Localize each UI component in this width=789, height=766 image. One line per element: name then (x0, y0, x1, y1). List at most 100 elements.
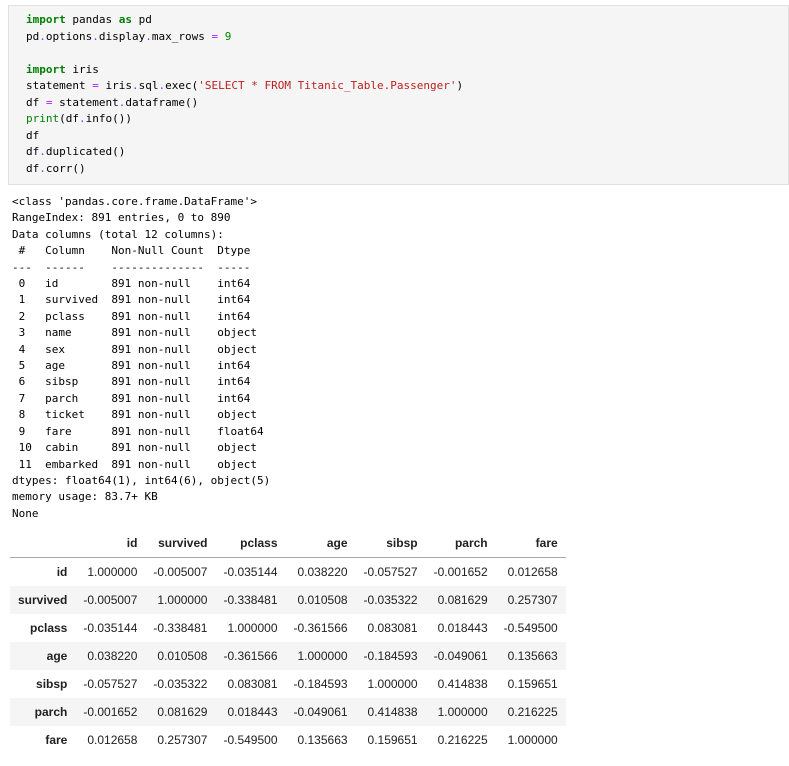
row-label-age: age (10, 642, 75, 670)
code-token-plain: max_rows (152, 30, 212, 43)
correlation-table-head: idsurvivedpclassagesibspparchfare (10, 529, 566, 558)
code-token-plain: ) (457, 79, 464, 92)
code-token-string: 'SELECT * FROM Titanic_Table.Passenger' (198, 79, 456, 92)
table-row-sibsp: sibsp-0.057527-0.0353220.083081-0.184593… (10, 670, 566, 698)
table-row-parch: parch-0.0016520.0816290.018443-0.0490610… (10, 698, 566, 726)
row-label-sibsp: sibsp (10, 670, 75, 698)
code-token-plain: duplicated() (46, 145, 125, 158)
table-cell: 0.038220 (75, 642, 145, 670)
table-cell: 0.257307 (145, 726, 215, 754)
table-corner-cell (10, 529, 75, 558)
code-line: pd.options.display.max_rows = 9 (26, 29, 780, 46)
table-cell: 1.000000 (426, 698, 496, 726)
row-label-pclass: pclass (10, 614, 75, 642)
code-token-builtin: print (26, 112, 59, 125)
table-cell: 0.257307 (496, 586, 566, 614)
table-cell: -0.035144 (75, 614, 145, 642)
code-token-plain: sql (139, 79, 159, 92)
column-header-age: age (286, 529, 356, 558)
table-cell: -0.049061 (426, 642, 496, 670)
table-cell: -0.361566 (215, 642, 285, 670)
code-token-plain: df (26, 145, 39, 158)
column-header-id: id (75, 529, 145, 558)
code-token-operator: . (145, 30, 152, 43)
code-token-plain: df (26, 162, 39, 175)
code-token-plain: statement (26, 79, 92, 92)
code-line: df (26, 128, 780, 145)
code-token-plain: df (26, 129, 39, 142)
code-token-operator: . (92, 30, 99, 43)
table-row-age: age0.0382200.010508-0.3615661.000000-0.1… (10, 642, 566, 670)
table-cell: 1.000000 (75, 558, 145, 587)
table-cell: 0.159651 (496, 670, 566, 698)
table-cell: -0.338481 (215, 586, 285, 614)
correlation-table: idsurvivedpclassagesibspparchfare id1.00… (10, 529, 566, 754)
code-line: df.corr() (26, 161, 780, 178)
table-cell: -0.361566 (286, 614, 356, 642)
table-header-row: idsurvivedpclassagesibspparchfare (10, 529, 566, 558)
table-cell: 0.018443 (426, 614, 496, 642)
column-header-pclass: pclass (215, 529, 285, 558)
table-cell: 1.000000 (356, 670, 426, 698)
column-header-parch: parch (426, 529, 496, 558)
code-token-keyword: import (26, 13, 66, 26)
table-cell: -0.001652 (426, 558, 496, 587)
column-header-fare: fare (496, 529, 566, 558)
table-cell: -0.338481 (145, 614, 215, 642)
table-cell: 0.081629 (145, 698, 215, 726)
table-row-pclass: pclass-0.035144-0.3384811.000000-0.36156… (10, 614, 566, 642)
table-cell: 0.010508 (286, 586, 356, 614)
code-token-number: 9 (225, 30, 232, 43)
table-cell: 0.081629 (426, 586, 496, 614)
code-token-plain (218, 30, 225, 43)
table-cell: 0.159651 (356, 726, 426, 754)
table-cell: 0.414838 (356, 698, 426, 726)
code-token-keyword: import (26, 63, 66, 76)
table-cell: 0.083081 (356, 614, 426, 642)
correlation-table-body: id1.000000-0.005007-0.0351440.038220-0.0… (10, 558, 566, 755)
column-header-survived: survived (145, 529, 215, 558)
table-cell: 1.000000 (286, 642, 356, 670)
code-token-plain: (df (59, 112, 79, 125)
code-line: df.duplicated() (26, 144, 780, 161)
code-line: import iris (26, 62, 780, 79)
code-token-plain: info()) (86, 112, 132, 125)
code-token-operator: . (79, 112, 86, 125)
code-line: statement = iris.sql.exec('SELECT * FROM… (26, 78, 780, 95)
table-cell: 0.038220 (286, 558, 356, 587)
table-cell: 0.012658 (496, 558, 566, 587)
code-line: import pandas as pd (26, 12, 780, 29)
code-token-plain: pd (132, 13, 152, 26)
table-cell: 0.414838 (426, 670, 496, 698)
code-token-operator: = (92, 79, 99, 92)
table-cell: -0.549500 (496, 614, 566, 642)
table-cell: -0.549500 (215, 726, 285, 754)
table-row-id: id1.000000-0.005007-0.0351440.038220-0.0… (10, 558, 566, 587)
table-cell: 0.216225 (496, 698, 566, 726)
table-cell: -0.049061 (286, 698, 356, 726)
code-token-plain: options (46, 30, 92, 43)
table-cell: 1.000000 (496, 726, 566, 754)
code-token-plain: iris (66, 63, 99, 76)
table-row-survived: survived-0.0050071.000000-0.3384810.0105… (10, 586, 566, 614)
notebook-page: import pandas as pdpd.options.display.ma… (0, 5, 789, 766)
table-cell: 0.018443 (215, 698, 285, 726)
code-cell[interactable]: import pandas as pdpd.options.display.ma… (8, 5, 789, 185)
code-token-operator: . (39, 162, 46, 175)
code-token-plain: corr() (46, 162, 86, 175)
column-header-sibsp: sibsp (356, 529, 426, 558)
code-token-plain: exec (165, 79, 192, 92)
table-cell: 0.216225 (426, 726, 496, 754)
table-cell: 0.083081 (215, 670, 285, 698)
row-label-fare: fare (10, 726, 75, 754)
code-token-plain: statement (53, 96, 119, 109)
code-token-operator: . (39, 145, 46, 158)
code-token-operator: . (132, 79, 139, 92)
code-line: print(df.info()) (26, 111, 780, 128)
table-cell: -0.035322 (356, 586, 426, 614)
table-cell: -0.035322 (145, 670, 215, 698)
table-cell: -0.057527 (356, 558, 426, 587)
table-cell: -0.057527 (75, 670, 145, 698)
code-editor[interactable]: import pandas as pdpd.options.display.ma… (26, 12, 780, 177)
code-line: df = statement.dataframe() (26, 95, 780, 112)
